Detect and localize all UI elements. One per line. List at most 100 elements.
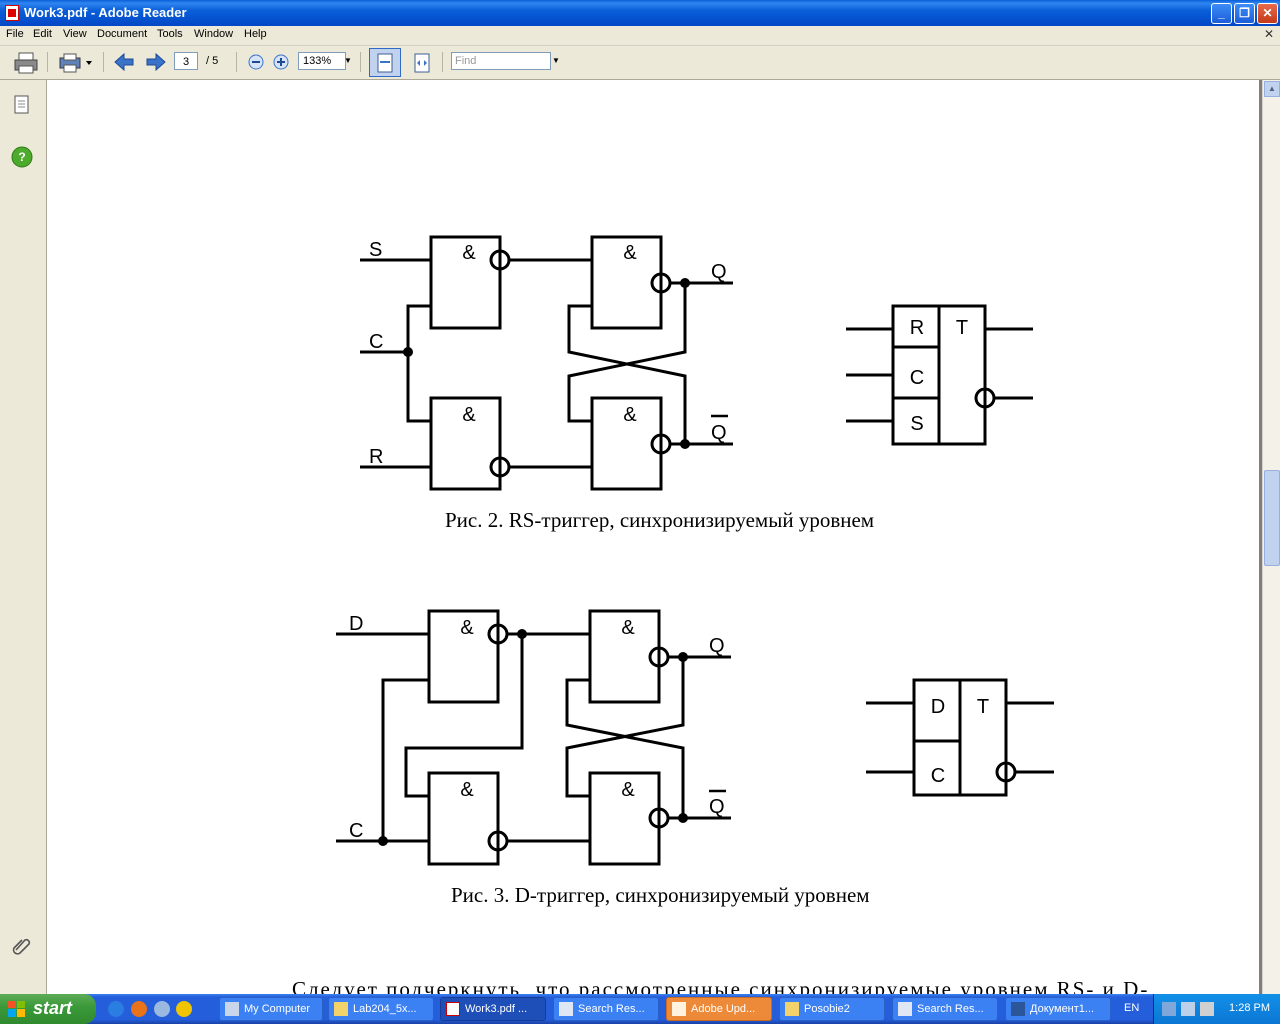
gate-symbol: & [460,617,474,639]
help-icon[interactable]: ? [11,146,33,168]
task-posobie2[interactable]: Posobie2 [779,997,885,1021]
gate-symbol: & [621,779,635,801]
maximize-button[interactable]: ❐ [1234,3,1255,24]
block-cell-d: D [931,696,945,718]
block-type-t: T [977,696,989,718]
task-search-results-2[interactable]: Search Res... [892,997,998,1021]
title-bar: Work3.pdf - Adobe Reader _ ❐ ✕ [0,0,1280,26]
word-icon [1011,1002,1025,1016]
find-input[interactable]: Find [451,52,551,70]
attachments-paperclip-icon[interactable] [10,934,34,958]
pdf-icon [446,1002,460,1016]
svg-text:?: ? [18,150,25,164]
input-label-c: C [349,820,363,842]
gate-symbol: & [460,779,474,801]
pages-icon[interactable] [12,94,32,116]
task-my-computer[interactable]: My Computer [219,997,323,1021]
window-title: Work3.pdf - Adobe Reader [24,5,187,20]
close-document-icon[interactable]: ✕ [1264,27,1274,41]
navigation-pane: ? [0,80,47,994]
task-lab204[interactable]: Lab204_5x... [328,997,434,1021]
output-label-q: Q [709,635,725,657]
start-label: start [33,998,73,1018]
media-player-icon[interactable] [176,1001,192,1017]
zoom-out-icon[interactable] [248,54,264,70]
page-total: / 5 [206,55,219,67]
taskbar: start My Computer Lab204_5x... Work3.pdf… [0,994,1280,1024]
toolbar: 3 / 5 133% ▼ Find ▼ [0,46,1280,80]
input-label-c: C [369,331,383,353]
folder-icon [785,1002,799,1016]
block-cell-c: C [910,367,924,389]
figure2-rs-trigger-diagram: & & & & S C R Q Q R C S T [360,235,1033,491]
clock: 1:28 PM [1229,1002,1270,1014]
search-icon [898,1002,912,1016]
vertical-scrollbar[interactable]: ▲ [1262,80,1280,994]
search-icon [559,1002,573,1016]
language-indicator[interactable]: EN [1124,1002,1139,1014]
show-desktop-icon[interactable] [154,1001,170,1017]
page-number-input[interactable]: 3 [174,52,198,70]
gate-symbol: & [623,404,637,426]
network-icon[interactable] [1162,1002,1176,1016]
task-search-results-1[interactable]: Search Res... [553,997,659,1021]
output-label-q: Q [711,261,727,283]
print-icon[interactable] [13,52,39,74]
adobe-reader-icon [5,5,19,21]
body-paragraph: Следует подчеркнуть, что рассмотренные с… [292,977,1150,994]
zoom-level-input[interactable]: 133% [298,52,346,70]
block-cell-c: C [931,765,945,787]
internet-explorer-icon[interactable] [108,1001,124,1017]
next-page-icon[interactable] [145,52,167,72]
menu-tools[interactable]: Tools [157,28,183,40]
fit-page-button[interactable] [369,48,401,77]
menu-view[interactable]: View [63,28,87,40]
menu-help[interactable]: Help [244,28,267,40]
updater-icon [672,1002,686,1016]
document-view[interactable]: & & & & S C R Q Q R C S T Рис. 2. RS-три… [47,80,1262,994]
menu-window[interactable]: Window [194,28,233,40]
figure3-caption: Рис. 3. D-триггер, синхронизируемый уров… [451,883,870,907]
minimize-button[interactable]: _ [1211,3,1232,24]
scroll-thumb[interactable] [1264,470,1280,566]
input-label-r: R [369,446,383,468]
figure3-d-trigger-diagram: & & & & D C Q Q D C T [336,609,1054,866]
task-document1[interactable]: Документ1... [1005,997,1111,1021]
volume-icon[interactable] [1200,1002,1214,1016]
computer-icon [225,1002,239,1016]
menu-bar: File Edit View Document Tools Window Hel… [0,26,1280,46]
input-label-s: S [369,239,382,261]
safely-remove-icon[interactable] [1181,1002,1195,1016]
zoom-in-icon[interactable] [273,54,289,70]
folder-icon [334,1002,348,1016]
close-button[interactable]: ✕ [1257,3,1278,24]
block-cell-r: R [910,317,924,339]
start-button[interactable]: start [0,994,96,1024]
organizer-icon[interactable] [58,52,94,74]
figure2-caption: Рис. 2. RS-триггер, синхронизируемый уро… [445,508,875,532]
block-type-t: T [956,317,968,339]
gate-symbol: & [621,617,635,639]
menu-file[interactable]: File [6,28,24,40]
menu-document[interactable]: Document [97,28,147,40]
find-dropdown-icon[interactable]: ▼ [552,56,560,65]
gate-symbol: & [623,242,637,264]
gate-symbol: & [462,242,476,264]
menu-edit[interactable]: Edit [33,28,52,40]
task-adobe-updater[interactable]: Adobe Upd... [666,997,772,1021]
scroll-up-icon[interactable]: ▲ [1264,81,1280,97]
system-tray: 1:28 PM [1153,994,1280,1024]
input-label-d: D [349,613,363,635]
task-work3-pdf[interactable]: Work3.pdf ... [440,997,546,1021]
gate-symbol: & [462,404,476,426]
output-label-q-bar: Q [711,422,727,444]
windows-logo-icon [8,1001,25,1017]
fit-page-icon [377,53,393,73]
pdf-page: & & & & S C R Q Q R C S T Рис. 2. RS-три… [47,80,1259,994]
block-cell-s: S [910,413,923,435]
output-label-q-bar: Q [709,796,725,818]
firefox-icon[interactable] [131,1001,147,1017]
zoom-dropdown-icon[interactable]: ▼ [344,56,352,65]
previous-page-icon[interactable] [113,52,135,72]
fit-width-icon[interactable] [411,52,433,74]
